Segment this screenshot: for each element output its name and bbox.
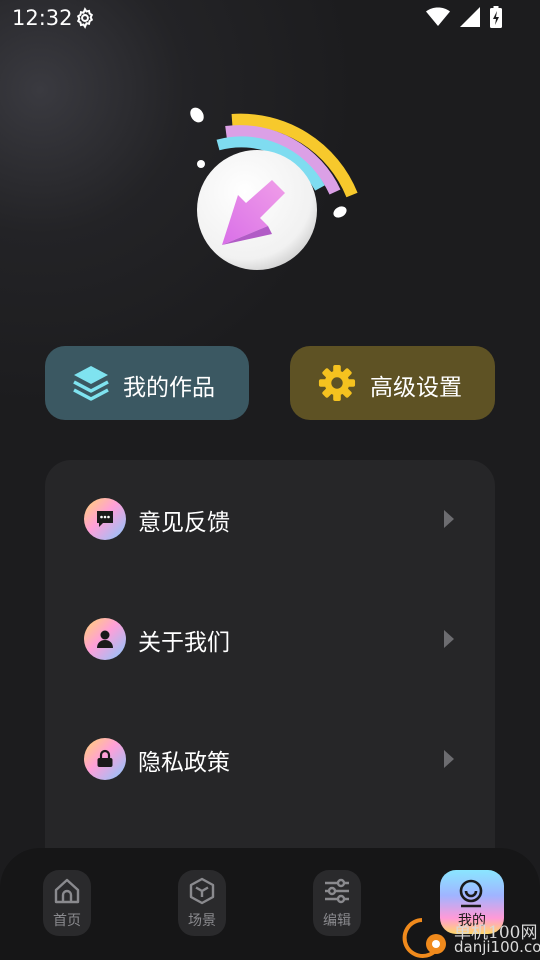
tab-label: 场景 [188, 913, 216, 929]
tab-label: 编辑 [323, 913, 351, 929]
status-icons [426, 6, 502, 28]
chat-icon [84, 498, 126, 540]
battery-charging-icon [490, 6, 502, 28]
home-icon [54, 878, 80, 904]
gear-icon [76, 7, 94, 29]
my-works-label: 我的作品 [123, 375, 215, 401]
person-icon [84, 618, 126, 660]
sliders-icon [325, 878, 349, 904]
menu-item-feedback[interactable]: 意见反馈 [45, 479, 495, 559]
menu-item-label: 意见反馈 [138, 510, 230, 536]
hero-illustration [190, 107, 358, 270]
tab-home[interactable]: 首页 [43, 870, 91, 936]
menu-item-label: 隐私政策 [138, 750, 230, 776]
chevron-right-icon [444, 750, 454, 768]
advanced-settings-label: 高级设置 [370, 375, 462, 401]
wifi-icon [426, 7, 450, 26]
cube-icon [189, 877, 215, 905]
tab-edit[interactable]: 编辑 [313, 870, 361, 936]
lock-icon [84, 738, 126, 780]
smile-icon [459, 879, 483, 908]
status-time: 12:32 [12, 6, 73, 30]
menu-item-label: 关于我们 [138, 630, 230, 656]
menu-item-privacy[interactable]: 隐私政策 [45, 719, 495, 799]
tab-scene[interactable]: 场景 [178, 870, 226, 936]
layers-icon [73, 366, 109, 401]
my-works-button[interactable]: 我的作品 [45, 346, 249, 420]
signal-icon [460, 7, 480, 27]
watermark-logo [402, 918, 446, 958]
gear-icon [318, 364, 356, 402]
menu-item-about[interactable]: 关于我们 [45, 599, 495, 679]
status-bar: 12:32 [0, 0, 540, 36]
chevron-right-icon [444, 510, 454, 528]
tab-label: 首页 [53, 913, 81, 929]
watermark: 单机100网 danji100.com [392, 916, 540, 960]
advanced-settings-button[interactable]: 高级设置 [290, 346, 495, 420]
settings-menu-card: 意见反馈 关于我们 隐私政策 [45, 460, 495, 880]
chevron-right-icon [444, 630, 454, 648]
watermark-url: danji100.com [454, 938, 540, 956]
